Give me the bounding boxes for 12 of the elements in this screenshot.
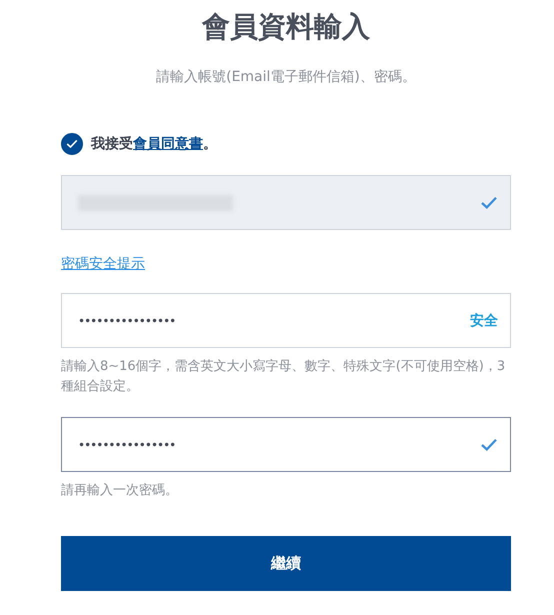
password-hint: 請輸入8~16個字，需含英文大小寫字母、數字、特殊文字(不可使用空格)，3種組合設定。 <box>61 358 506 396</box>
confirm-password-field[interactable]: •••••••••••••••• <box>61 417 511 472</box>
password-field[interactable]: •••••••••••••••• 安全 <box>61 293 511 348</box>
confirm-hint: 請再輸入一次密碼。 <box>61 482 179 500</box>
agree-checkbox[interactable] <box>61 133 83 155</box>
check-icon <box>66 139 78 149</box>
page-title: 會員資料輸入 <box>200 10 371 44</box>
continue-button[interactable]: 繼續 <box>61 536 511 591</box>
instruction-text: 請輸入帳號(Email電子郵件信箱)、密碼。 <box>155 68 417 87</box>
strength-label: 安全 <box>470 312 498 330</box>
agreement-text: 我接受會員同意書。 <box>91 135 217 153</box>
agreement-link[interactable]: 會員同意書 <box>133 136 203 152</box>
